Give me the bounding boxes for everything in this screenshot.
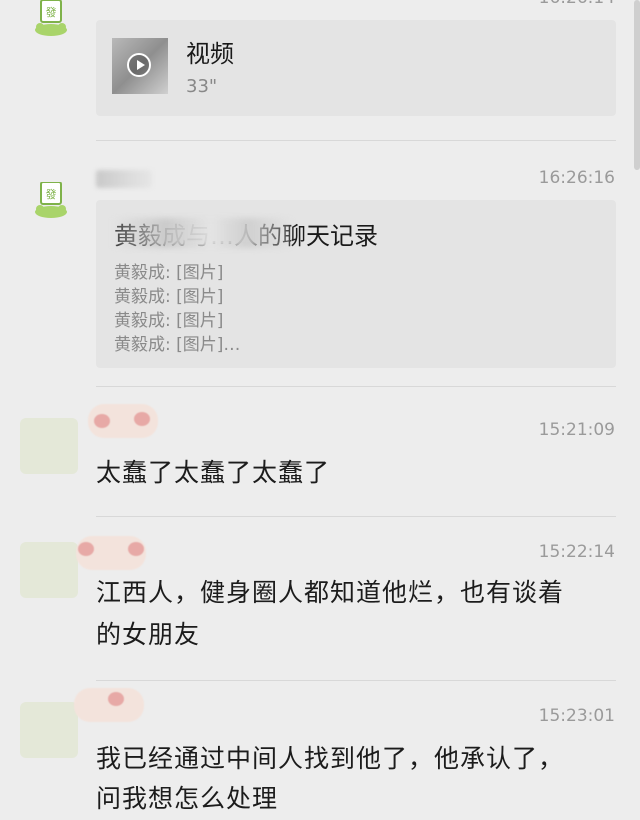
- video-thumbnail[interactable]: [112, 38, 168, 94]
- message-time: 16:26:16: [538, 168, 615, 188]
- frog-avatar-icon[interactable]: 發: [34, 182, 68, 220]
- avatar[interactable]: [20, 702, 78, 758]
- message-divider: [96, 140, 616, 141]
- message-divider: [96, 516, 616, 517]
- play-icon[interactable]: [127, 53, 151, 77]
- sender-name-blurred: [96, 170, 152, 188]
- message-text-line: 江西人，健身圈人都知道他烂，也有谈着: [96, 578, 565, 607]
- sender-sticker: [88, 404, 158, 438]
- chat-record-line: 黄毅成: [图片]…: [114, 335, 241, 355]
- message-time: 15:21:09: [538, 420, 615, 440]
- sender-sticker: [76, 536, 146, 570]
- message-time: 15:22:14: [538, 542, 615, 562]
- video-title: 视频: [186, 40, 234, 68]
- svg-text:發: 發: [46, 187, 57, 201]
- chat-record-card[interactable]: 黄毅成与…人的聊天记录 黄毅成: [图片] 黄毅成: [图片] 黄毅成: [图片…: [96, 200, 616, 368]
- avatar[interactable]: [20, 542, 78, 598]
- message-text-line: 问我想怎么处理: [96, 784, 279, 813]
- message-text-line: 我已经通过中间人找到他了，他承认了，: [96, 744, 565, 773]
- chat-record-line: 黄毅成: [图片]: [114, 311, 224, 331]
- chat-record-line: 黄毅成: [图片]: [114, 263, 224, 283]
- chat-record-line: 黄毅成: [图片]: [114, 287, 224, 307]
- video-card[interactable]: 视频 33": [96, 20, 616, 116]
- message-time: 16:26:14: [539, 0, 615, 8]
- message-divider: [96, 680, 616, 681]
- sender-sticker: [74, 688, 144, 722]
- message-divider: [96, 386, 616, 387]
- message-text: 太蠢了太蠢了太蠢了: [96, 458, 331, 487]
- avatar[interactable]: [20, 418, 78, 474]
- video-duration: 33": [186, 76, 218, 97]
- scrollbar[interactable]: [634, 0, 640, 170]
- message-text-line: 的女朋友: [96, 620, 201, 649]
- frog-avatar-icon[interactable]: 發: [34, 0, 68, 38]
- redaction-blur: [112, 218, 292, 248]
- message-time: 15:23:01: [538, 706, 615, 726]
- svg-text:發: 發: [46, 5, 57, 19]
